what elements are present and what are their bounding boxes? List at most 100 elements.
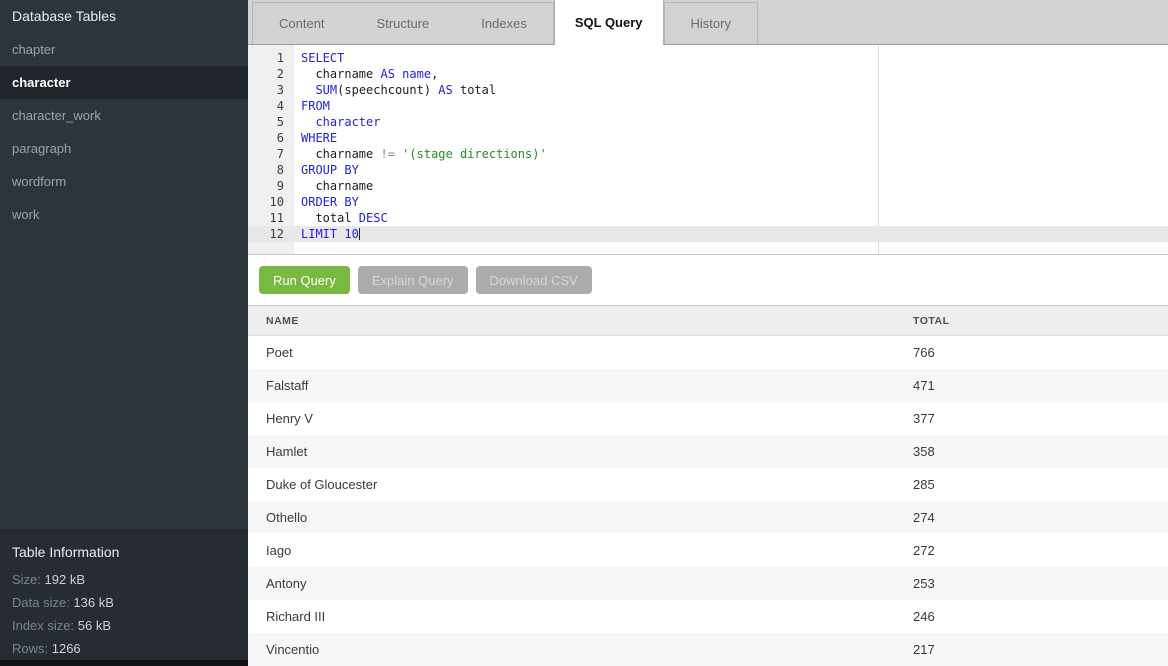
line-number: 6 [248,130,284,146]
line-number: 3 [248,82,284,98]
info-value: 1266 [52,641,81,656]
sidebar-item-character[interactable]: character [0,66,248,99]
cell-name: Poet [266,345,913,360]
info-value: 192 kB [45,572,85,587]
info-value: 56 kB [78,618,111,633]
code-text: SELECT [284,50,344,66]
table-information-title: Table Information [12,544,236,560]
code-line-11: 11 total DESC [248,210,1168,226]
info-row-size-: Size: 192 kB [12,568,236,591]
table-row: Falstaff471 [248,369,1168,402]
table-row: Duke of Gloucester285 [248,468,1168,501]
line-number: 9 [248,178,284,194]
results-body: Poet766Falstaff471Henry V377Hamlet358Duk… [248,336,1168,666]
info-value: 136 kB [73,595,113,610]
column-header-name[interactable]: NAME [266,315,913,327]
line-number: 4 [248,98,284,114]
code-line-1: 1SELECT [248,50,1168,66]
sidebar-item-work[interactable]: work [0,198,248,231]
main-panel: ContentStructureIndexesSQL QueryHistory … [248,0,1168,666]
table-row: Richard III246 [248,600,1168,633]
sidebar-item-character-work[interactable]: character_work [0,99,248,132]
sql-editor[interactable]: 1SELECT2 charname AS name,3 SUM(speechco… [248,45,1168,255]
line-number: 12 [248,226,284,242]
cell-name: Duke of Gloucester [266,477,913,492]
table-row: Hamlet358 [248,435,1168,468]
results-header: NAME TOTAL [248,305,1168,336]
cell-name: Iago [266,543,913,558]
cell-name: Othello [266,510,913,525]
cell-name: Richard III [266,609,913,624]
code-line-7: 7 charname != '(stage directions)' [248,146,1168,162]
sidebar: Database Tables chaptercharactercharacte… [0,0,248,666]
tab-group: ContentStructureIndexes [252,2,554,44]
line-number: 1 [248,50,284,66]
run-query-button[interactable]: Run Query [259,266,350,294]
info-row-data-size-: Data size: 136 kB [12,591,236,614]
cell-total: 285 [913,477,1168,492]
code-text: WHERE [284,130,337,146]
code-text: LIMIT 10 [284,226,360,242]
line-number: 10 [248,194,284,210]
table-information-panel: Table Information Size: 192 kBData size:… [0,530,248,660]
cell-name: Hamlet [266,444,913,459]
download-csv-button[interactable]: Download CSV [476,266,592,294]
code-text: charname [284,178,373,194]
line-number: 11 [248,210,284,226]
info-row-index-size-: Index size: 56 kB [12,614,236,637]
column-header-total[interactable]: TOTAL [913,315,1168,327]
code-text: character [284,114,380,130]
table-row: Henry V377 [248,402,1168,435]
cell-total: 766 [913,345,1168,360]
tab-structure[interactable]: Structure [351,3,456,44]
code-line-8: 8GROUP BY [248,162,1168,178]
text-caret [359,228,360,240]
info-label: Data size: [12,595,73,610]
cell-total: 253 [913,576,1168,591]
code-line-9: 9 charname [248,178,1168,194]
cell-total: 377 [913,411,1168,426]
code-text: charname != '(stage directions)' [284,146,547,162]
table-row: Vincentio217 [248,633,1168,666]
code-line-4: 4FROM [248,98,1168,114]
code-text: ORDER BY [284,194,359,210]
tab-content[interactable]: Content [253,3,351,44]
editor-vertical-divider [878,45,879,254]
code-line-6: 6WHERE [248,130,1168,146]
table-row: Iago272 [248,534,1168,567]
table-row: Othello274 [248,501,1168,534]
line-number: 5 [248,114,284,130]
tab-history[interactable]: History [665,3,757,44]
table-list: chaptercharactercharacter_workparagraphw… [0,33,248,231]
sidebar-item-chapter[interactable]: chapter [0,33,248,66]
tab-indexes[interactable]: Indexes [455,3,553,44]
cell-total: 471 [913,378,1168,393]
sidebar-title: Database Tables [0,0,248,33]
table-information-rows: Size: 192 kBData size: 136 kBIndex size:… [12,568,236,660]
tab-sql-query[interactable]: SQL Query [554,0,664,45]
code-line-12: 12LIMIT 10 [248,226,1168,242]
info-label: Size: [12,572,45,587]
info-row-rows-: Rows: 1266 [12,637,236,660]
code-line-2: 2 charname AS name, [248,66,1168,82]
table-row: Poet766 [248,336,1168,369]
explain-query-button[interactable]: Explain Query [358,266,468,294]
cell-name: Antony [266,576,913,591]
sidebar-bottom-strip [0,660,248,666]
code-text: total DESC [284,210,388,226]
cell-total: 246 [913,609,1168,624]
sidebar-item-paragraph[interactable]: paragraph [0,132,248,165]
line-number: 7 [248,146,284,162]
code-text: charname AS name, [284,66,438,82]
code-line-3: 3 SUM(speechcount) AS total [248,82,1168,98]
cell-total: 217 [913,642,1168,657]
results-table: NAME TOTAL Poet766Falstaff471Henry V377H… [248,305,1168,666]
cell-name: Vincentio [266,642,913,657]
code-line-5: 5 character [248,114,1168,130]
cell-total: 274 [913,510,1168,525]
code-text: GROUP BY [284,162,359,178]
code-lines: 1SELECT2 charname AS name,3 SUM(speechco… [248,45,1168,242]
cell-name: Henry V [266,411,913,426]
code-text: FROM [284,98,330,114]
sidebar-item-wordform[interactable]: wordform [0,165,248,198]
